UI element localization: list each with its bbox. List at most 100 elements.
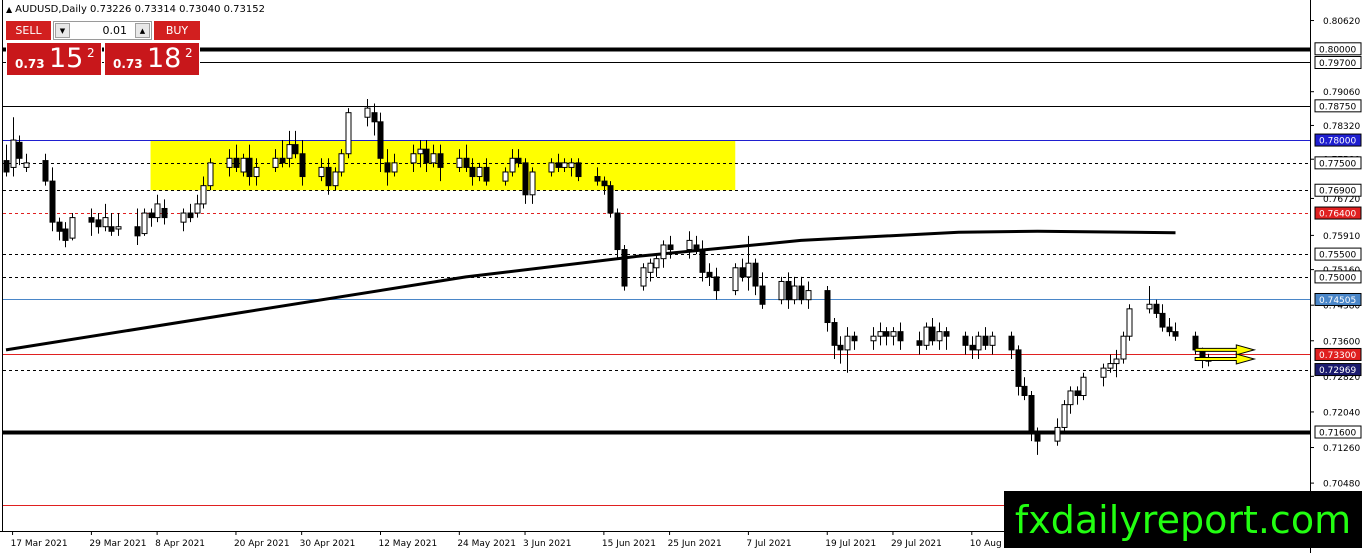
candle-body [653, 258, 660, 269]
sell-price-pips: 15 [49, 43, 84, 74]
candle [1126, 304, 1133, 341]
candle-body [371, 112, 378, 123]
price-tick-label: 0.80620 [1323, 17, 1360, 27]
candle-body [890, 331, 897, 337]
candle-body [640, 267, 647, 287]
candle-body [982, 335, 989, 346]
candle [607, 181, 614, 218]
sell-price-button[interactable]: 0.73 15 2 [6, 42, 102, 76]
candle-body [299, 153, 306, 178]
candle-body [522, 162, 529, 196]
candle-body [883, 331, 890, 337]
candle-body [279, 157, 286, 164]
candle-body [614, 212, 621, 251]
candle-body [115, 226, 122, 230]
candle-body [601, 180, 608, 187]
one-click-trading-panel: SELL ▼ 0.01 ▲ BUY 0.73 15 2 0.73 18 2 [6, 21, 200, 76]
level-price-label: 0.74505 [1319, 296, 1356, 306]
candle-body [607, 185, 614, 214]
candle-body [3, 160, 10, 173]
time-tick-label: 7 Jul 2021 [746, 539, 791, 549]
candle-body [102, 217, 109, 228]
buy-price-pips: 18 [147, 43, 182, 74]
candle-body [739, 267, 746, 278]
time-tick-label: 19 Jul 2021 [825, 539, 876, 549]
buy-button[interactable]: BUY [154, 21, 200, 40]
level-price-label: 0.72969 [1319, 366, 1356, 376]
candle-body [1172, 331, 1179, 337]
candle-body [870, 335, 877, 342]
candle-body [318, 166, 325, 178]
candle-body [805, 290, 812, 301]
candle-body [194, 203, 201, 214]
candle-body [962, 335, 969, 346]
candle-body [483, 166, 490, 182]
time-tick-label: 3 Jun 2021 [523, 539, 571, 549]
buy-price-fraction: 2 [185, 46, 193, 60]
candle-body [575, 162, 582, 178]
price-tick-label: 0.71260 [1323, 444, 1360, 454]
price-tick-label: 0.79060 [1323, 88, 1360, 98]
candle-body [56, 221, 63, 232]
candle [1061, 400, 1068, 433]
price-tick-label: 0.72040 [1323, 408, 1360, 418]
candle-body [10, 139, 17, 168]
candle-body [423, 148, 430, 164]
candle-body [745, 262, 752, 278]
candle-body [240, 157, 247, 173]
candle-body [785, 280, 792, 301]
candle [69, 213, 76, 241]
candlestick-chart[interactable]: 0.806200.790600.783200.775800.767200.759… [0, 0, 1362, 553]
candle-body [1008, 335, 1015, 351]
candle-body [49, 180, 56, 223]
candle [640, 263, 647, 291]
time-tick-label: 15 Jun 2021 [602, 539, 656, 549]
candle-body [897, 331, 904, 342]
level-price-label: 0.78000 [1319, 137, 1356, 147]
lot-size-field[interactable]: ▼ 0.01 ▲ [53, 21, 152, 40]
lot-size-value[interactable]: 0.01 [72, 24, 133, 37]
candle [207, 158, 214, 191]
time-tick-label: 30 Apr 2021 [300, 539, 356, 549]
candle-body [752, 262, 759, 287]
candle-body [686, 239, 693, 251]
level-price-label: 0.75500 [1319, 251, 1356, 261]
level-price-label: 0.76900 [1319, 187, 1356, 197]
candle-body [1074, 390, 1081, 397]
candle-body [529, 171, 536, 196]
candle-body [325, 166, 332, 187]
candle-body [555, 162, 562, 168]
candle-body [667, 244, 674, 251]
level-price-label: 0.79700 [1319, 59, 1356, 69]
candle-body [42, 160, 49, 182]
candle-body [1192, 335, 1199, 351]
candle-body [548, 162, 555, 173]
chevron-up-icon[interactable]: ▲ [135, 23, 150, 38]
candle-body [95, 219, 102, 228]
time-tick-label: 8 Apr 2021 [155, 539, 205, 549]
candle-body [568, 162, 575, 168]
buy-price-button[interactable]: 0.73 18 2 [104, 42, 200, 76]
candle-body [1021, 385, 1028, 397]
candle-body [246, 157, 253, 178]
candle-body [338, 153, 345, 173]
candle-body [837, 344, 844, 351]
candle [345, 108, 352, 159]
sell-button[interactable]: SELL [6, 21, 51, 40]
candle-body [141, 212, 148, 235]
candle-body [824, 290, 831, 324]
price-tick-label: 0.73600 [1323, 337, 1360, 347]
candle-body [693, 244, 700, 251]
watermark-logo: fxdailyreport.com [1004, 491, 1362, 548]
chart-background [0, 0, 1362, 553]
candle-body [332, 171, 339, 187]
candle-body [161, 207, 168, 219]
candle-body [187, 212, 194, 219]
candle-body [732, 267, 739, 292]
candle-body [292, 144, 299, 155]
chevron-down-icon[interactable]: ▼ [55, 23, 70, 38]
candle-body [1067, 390, 1074, 406]
candle-body [200, 185, 207, 205]
sell-price-prefix: 0.73 [15, 57, 45, 71]
candle-body [621, 249, 628, 287]
